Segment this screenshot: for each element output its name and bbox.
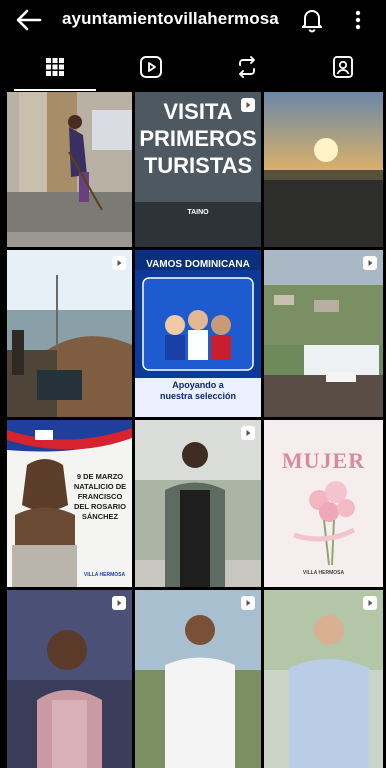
profile-header: ayuntamientovillahermosa bbox=[0, 0, 386, 40]
post-footer-text: Apoyando a nuestra selección bbox=[159, 380, 237, 401]
post-woman-interview[interactable] bbox=[135, 420, 261, 587]
post-vamos-dominicana[interactable]: VAMOS DOMINICANA Apoyando a nuestra sele… bbox=[135, 250, 261, 417]
post-title: VISITA PRIMEROS TURISTAS bbox=[139, 99, 257, 178]
reel-indicator-icon bbox=[240, 425, 256, 441]
tab-reposts[interactable] bbox=[199, 42, 295, 92]
posts-grid: VISITA PRIMEROS TURISTAS TAINO VAMOS DOM… bbox=[7, 92, 383, 768]
brand-label: VILLA HERMOSA bbox=[83, 572, 126, 578]
reel-indicator-icon bbox=[111, 255, 127, 271]
grid-icon bbox=[46, 58, 64, 76]
tab-tagged[interactable] bbox=[295, 42, 386, 92]
post-man-speaker-2[interactable] bbox=[264, 590, 383, 768]
bell-icon[interactable] bbox=[298, 6, 326, 34]
active-tab-indicator bbox=[14, 89, 96, 91]
tagged-person-icon bbox=[333, 56, 353, 78]
brand-label: VILLA HERMOSA bbox=[302, 570, 345, 576]
taino-logo: TAINO bbox=[187, 209, 209, 216]
reel-indicator-icon bbox=[362, 595, 378, 611]
post-natalicio-sanchez[interactable]: 9 DE MARZO NATALICIO DE FRANCISCO DEL RO… bbox=[7, 420, 132, 587]
post-woman-sweeping[interactable] bbox=[7, 92, 132, 247]
post-title: MUJER bbox=[281, 448, 366, 473]
reel-indicator-icon bbox=[240, 595, 256, 611]
repost-icon bbox=[239, 56, 255, 78]
profile-tabs bbox=[0, 42, 386, 92]
tab-reels[interactable] bbox=[103, 42, 199, 92]
reel-indicator-icon bbox=[362, 255, 378, 271]
reels-icon bbox=[140, 56, 162, 78]
post-headline: VAMOS DOMINICANA bbox=[146, 259, 250, 270]
post-sunset-landscape[interactable] bbox=[264, 92, 383, 247]
post-visita-primeros-turistas[interactable]: VISITA PRIMEROS TURISTAS TAINO bbox=[135, 92, 261, 247]
more-vertical-icon[interactable] bbox=[346, 6, 370, 34]
post-man-speaker[interactable] bbox=[135, 590, 261, 768]
tab-grid[interactable] bbox=[7, 42, 103, 92]
post-woman-speaker[interactable] bbox=[7, 590, 132, 768]
back-arrow-icon[interactable] bbox=[14, 6, 44, 34]
post-mujer-flowers[interactable]: MUJER VILLA HERMOSA bbox=[264, 420, 383, 587]
reel-indicator-icon bbox=[111, 595, 127, 611]
post-date-text: 9 DE MARZO NATALICIO DE FRANCISCO DEL RO… bbox=[73, 472, 127, 521]
post-aerial-town[interactable] bbox=[264, 250, 383, 417]
profile-username: ayuntamientovillahermosa bbox=[62, 9, 279, 28]
post-construction-site[interactable] bbox=[7, 250, 132, 417]
